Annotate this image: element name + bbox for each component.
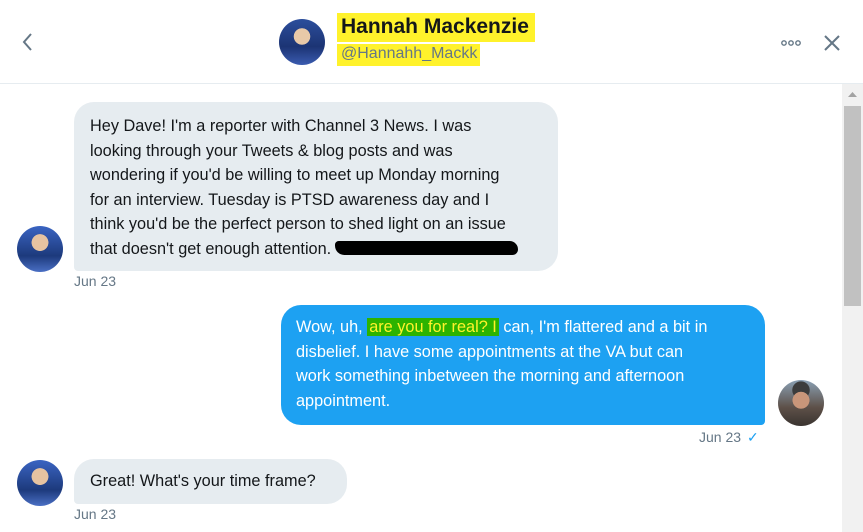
message-text-line: work something inbetween the morning and… <box>296 367 685 386</box>
redaction-mark <box>335 240 519 255</box>
close-icon <box>824 35 840 51</box>
header-avatar[interactable] <box>279 19 325 65</box>
avatar[interactable] <box>17 226 63 272</box>
message-bubble-incoming[interactable]: Great! What's your time frame? <box>74 459 347 504</box>
message-bubble-incoming[interactable]: Hey Dave! I'm a reporter with Channel 3 … <box>74 102 558 271</box>
message-text: Wow, uh, <box>296 318 363 336</box>
message-timestamp: Jun 23 ✓ <box>699 429 759 446</box>
message-text-line: Hey Dave! I'm a reporter with Channel 3 … <box>90 117 472 135</box>
avatar[interactable] <box>17 460 63 506</box>
triangle-up-icon <box>848 92 857 97</box>
message-text-line: that doesn't get enough attention. <box>90 237 542 262</box>
message-text-line: for an interview. Tuesday is PTSD awaren… <box>90 190 490 209</box>
chevron-left-icon <box>22 33 32 51</box>
read-check-icon: ✓ <box>747 429 759 445</box>
contact-handle: @Hannahh_Mackk <box>337 44 481 66</box>
more-horizontal-icon <box>781 40 801 46</box>
message-timestamp: Jun 23 <box>74 273 117 289</box>
conversation-header: Hannah Mackenzie @Hannahh_Mackk <box>0 0 863 84</box>
message-text: that doesn't get enough attention. <box>90 239 332 258</box>
close-button[interactable] <box>822 33 842 53</box>
scrollbar-thumb[interactable] <box>844 106 861 306</box>
back-button[interactable] <box>16 30 40 54</box>
contact-name: Hannah Mackenzie <box>337 13 535 42</box>
message-timestamp: Jun 23 <box>74 506 117 522</box>
message-text-line: disbelief. I have some appointments at t… <box>296 342 684 361</box>
avatar[interactable] <box>778 380 824 426</box>
scroll-up-button[interactable] <box>842 84 863 104</box>
message-text-line: Wow, uh, are you for real? I can, I'm fl… <box>296 315 753 340</box>
message-text-line: appointment. <box>296 391 391 410</box>
message-text-line: think you'd be the perfect person to she… <box>90 215 506 234</box>
message-time: Jun 23 <box>699 429 742 445</box>
scrollbar[interactable] <box>842 84 863 532</box>
message-text-line: Great! What's your time frame? <box>90 472 316 490</box>
message-text: can, I'm flattered and a bit in <box>503 318 708 336</box>
message-bubble-outgoing[interactable]: Wow, uh, are you for real? I can, I'm fl… <box>281 305 765 425</box>
message-list[interactable]: Hey Dave! I'm a reporter with Channel 3 … <box>0 84 842 532</box>
highlighted-text: are you for real? I <box>367 318 499 336</box>
message-text-line: looking through your Tweets & blog posts… <box>90 141 453 160</box>
message-text-line: wondering if you'd be willing to meet up… <box>90 166 500 185</box>
more-button[interactable] <box>780 36 804 50</box>
